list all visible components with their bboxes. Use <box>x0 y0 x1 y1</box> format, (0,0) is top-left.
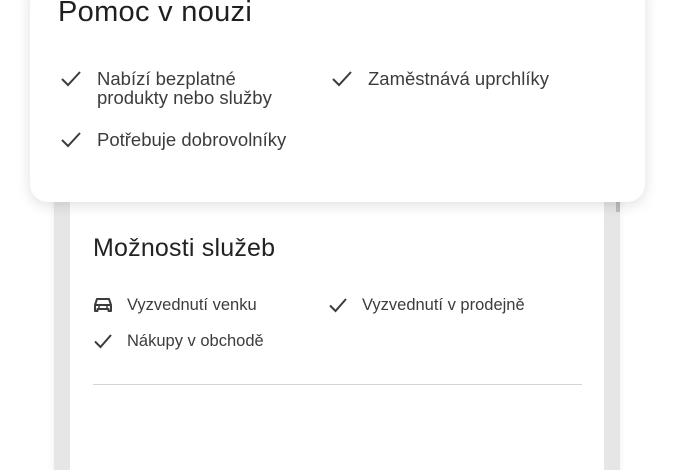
scrollbar-thumb[interactable] <box>616 202 620 212</box>
checkmark-icon <box>60 69 82 89</box>
screen: Možnosti služeb Vyzvednutí venku Vyzvedn… <box>0 0 675 470</box>
checkmark-icon <box>331 69 353 89</box>
service-item-curbside: Vyzvednutí venku <box>93 295 257 315</box>
services-title: Možnosti služeb <box>93 234 276 262</box>
checkmark-icon <box>60 130 82 150</box>
help-item-employs-refugees: Zaměstnává uprchlíky <box>331 69 549 89</box>
service-item-label: Nákupy v obchodě <box>127 331 264 350</box>
service-item-instore-shopping: Nákupy v obchodě <box>93 331 264 351</box>
help-card: Pomoc v nouzi Nabízí bezplatné produkty … <box>30 0 645 202</box>
service-item-instore-pickup: Vyzvednutí v prodejně <box>328 295 525 315</box>
help-item-label: Nabízí bezplatné produkty nebo služby <box>97 68 272 108</box>
help-item-needs-volunteers: Potřebuje dobrovolníky <box>60 130 286 150</box>
car-icon <box>93 295 113 315</box>
service-item-label: Vyzvednutí v prodejně <box>362 295 525 314</box>
checkmark-icon <box>93 331 113 351</box>
help-item-label: Potřebuje dobrovolníky <box>97 129 287 150</box>
divider <box>93 384 582 385</box>
help-title: Pomoc v nouzi <box>58 0 253 28</box>
help-item-free-products: Nabízí bezplatné produkty nebo služby <box>60 69 272 107</box>
checkmark-icon <box>328 295 348 315</box>
help-item-label: Zaměstnává uprchlíky <box>368 68 549 89</box>
service-item-label: Vyzvednutí venku <box>127 295 257 314</box>
